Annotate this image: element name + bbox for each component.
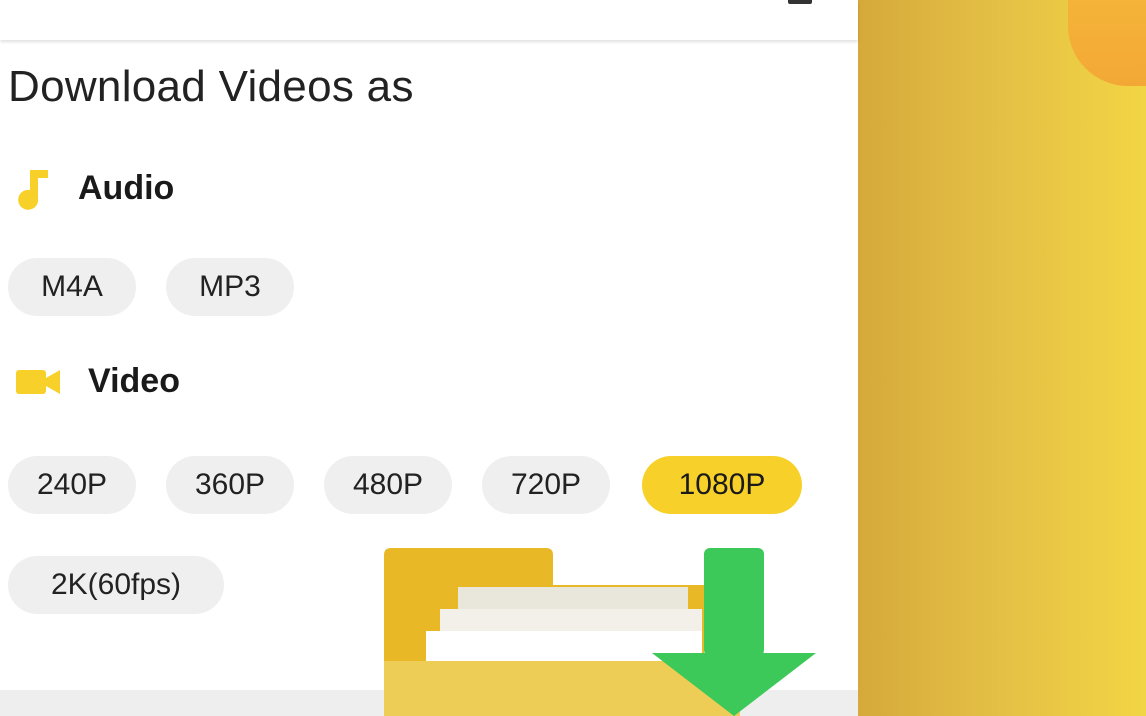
audio-section-label: Audio	[78, 168, 175, 207]
video-option-720p[interactable]: 720P	[482, 456, 610, 514]
audio-option-mp3[interactable]: MP3	[166, 258, 294, 316]
app-screen: Download Videos as Audio M4A MP3 Video 2…	[0, 0, 1146, 716]
menu-icon[interactable]	[788, 0, 812, 4]
video-camera-icon	[16, 369, 60, 394]
video-option-1080p[interactable]: 1080P	[642, 456, 802, 514]
download-folder-icon	[384, 548, 816, 716]
decorative-background	[858, 0, 1146, 716]
video-option-480p[interactable]: 480P	[324, 456, 452, 514]
audio-option-m4a[interactable]: M4A	[8, 258, 136, 316]
video-option-240p[interactable]: 240P	[8, 456, 136, 514]
top-bar	[0, 0, 858, 40]
audio-section-header: Audio	[16, 166, 174, 210]
music-note-icon	[18, 170, 48, 210]
video-option-360p[interactable]: 360P	[166, 456, 294, 514]
video-section-header: Video	[16, 362, 180, 401]
panel-title: Download Videos as	[8, 62, 414, 111]
video-option-2k-60fps[interactable]: 2K(60fps)	[8, 556, 224, 614]
video-section-label: Video	[88, 362, 180, 400]
